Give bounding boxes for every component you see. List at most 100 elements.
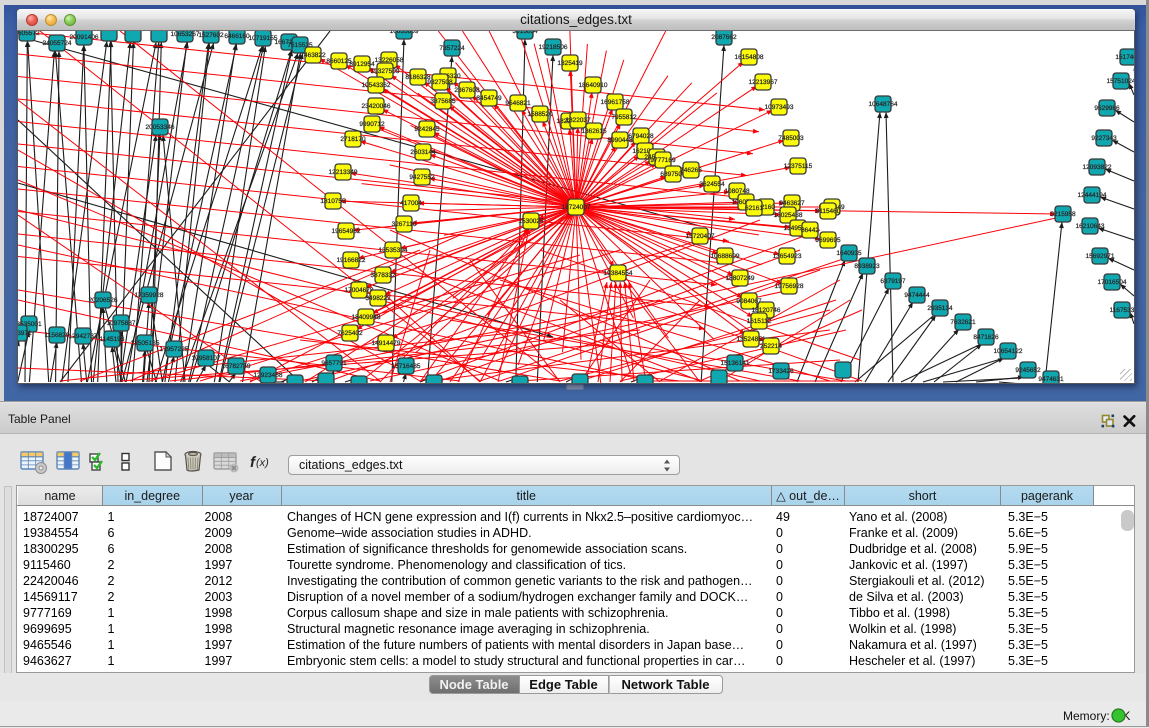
svg-text:17359928: 17359928 [135, 292, 164, 299]
svg-text:2935134: 2935134 [927, 305, 953, 312]
svg-text:19218506: 19218506 [539, 44, 568, 51]
svg-text:86442: 86442 [801, 227, 819, 234]
svg-text:10688609: 10688609 [711, 253, 740, 260]
svg-text:16033809: 16033809 [390, 31, 419, 35]
svg-text:9474444: 9474444 [904, 292, 930, 299]
svg-text:20091406: 20091406 [70, 34, 99, 41]
svg-text:18409948: 18409948 [352, 314, 381, 321]
svg-text:2087662: 2087662 [711, 34, 737, 41]
svg-text:15136141: 15136141 [721, 360, 750, 367]
svg-text:12923468: 12923468 [254, 372, 283, 379]
svg-text:7625402: 7625402 [337, 330, 363, 337]
svg-text:2603144: 2603144 [410, 149, 436, 156]
svg-text:3267110: 3267110 [392, 221, 417, 228]
svg-text:10958107: 10958107 [192, 355, 221, 362]
svg-text:1517404: 1517404 [1115, 54, 1134, 61]
svg-text:7955812: 7955812 [611, 114, 637, 121]
svg-text:12505135: 12505135 [131, 340, 160, 347]
svg-text:15692971: 15692971 [1086, 253, 1115, 260]
svg-text:8660125: 8660125 [326, 58, 352, 65]
svg-text:16961758: 16961758 [601, 99, 630, 106]
svg-text:9657791: 9657791 [321, 360, 347, 367]
svg-text:10654122: 10654122 [994, 348, 1023, 355]
svg-text:19654982: 19654982 [332, 228, 361, 235]
svg-text:13535394: 13535394 [379, 247, 408, 254]
svg-text:19166822: 19166822 [337, 257, 366, 264]
svg-text:8912954: 8912954 [349, 61, 375, 68]
svg-text:1325419: 1325419 [557, 60, 583, 67]
svg-text:15751024: 15751024 [1107, 78, 1134, 85]
svg-text:2367608: 2367608 [454, 87, 480, 94]
svg-text:18724007: 18724007 [562, 204, 591, 211]
svg-text:1362615: 1362615 [581, 128, 607, 135]
svg-text:6379197: 6379197 [880, 278, 906, 285]
svg-text:13654923: 13654923 [773, 253, 802, 260]
svg-text:1733426: 1733426 [768, 368, 794, 375]
svg-text:1615112: 1615112 [747, 318, 772, 325]
svg-text:9242845: 9242845 [414, 126, 440, 133]
svg-text:1605572: 1605572 [18, 31, 40, 37]
svg-text:9115460: 9115460 [816, 208, 841, 215]
svg-text:10653267: 10653267 [171, 31, 200, 38]
svg-text:1145193: 1145193 [100, 336, 125, 343]
svg-text:1527602: 1527602 [198, 32, 224, 39]
svg-text:6794028: 6794028 [628, 133, 654, 140]
svg-text:12213349: 12213349 [329, 169, 358, 176]
svg-text:9227343: 9227343 [1091, 135, 1117, 142]
svg-text:10648764: 10648764 [869, 101, 898, 108]
svg-text:12444194: 12444194 [1078, 192, 1107, 199]
svg-text:17016504: 17016504 [1098, 279, 1127, 286]
svg-text:19756928: 19756928 [775, 283, 804, 290]
svg-text:9474631: 9474631 [1038, 376, 1064, 383]
svg-text:1810755: 1810755 [320, 198, 346, 205]
svg-text:10975887: 10975887 [107, 320, 136, 327]
svg-text:6466160: 6466160 [224, 33, 250, 40]
svg-text:7463822: 7463822 [300, 52, 326, 59]
svg-text:16782759: 16782759 [222, 363, 251, 370]
svg-text:17957225: 17957225 [160, 346, 189, 353]
svg-text:3875685: 3875685 [430, 98, 456, 105]
svg-text:13524851: 13524851 [737, 336, 766, 343]
svg-text:1156829: 1156829 [45, 332, 70, 339]
svg-text:9699695: 9699695 [815, 237, 841, 244]
svg-text:3215958: 3215958 [1050, 211, 1076, 218]
svg-text:9990712: 9990712 [359, 121, 385, 128]
svg-text:20206526: 20206526 [89, 297, 118, 304]
svg-text:16154808: 16154808 [735, 54, 764, 61]
svg-text:10025438: 10025438 [774, 212, 803, 219]
svg-text:12213967: 12213967 [749, 79, 778, 86]
svg-text:8938923: 8938923 [854, 263, 880, 270]
svg-text:9245652: 9245652 [1015, 367, 1041, 374]
svg-text:9529986: 9529986 [1094, 105, 1120, 112]
svg-text:9427552: 9427552 [409, 174, 435, 181]
svg-text:12375115: 12375115 [784, 163, 813, 170]
svg-text:3913971: 3913971 [18, 330, 32, 337]
svg-text:3624554: 3624554 [699, 181, 725, 188]
svg-text:8471626: 8471626 [973, 334, 999, 341]
svg-text:12093822: 12093822 [1083, 164, 1112, 171]
svg-text:18807249: 18807249 [726, 275, 755, 282]
svg-text:10719155: 10719155 [249, 35, 278, 42]
svg-text:9463627: 9463627 [779, 200, 805, 207]
svg-text:7485003: 7485003 [778, 135, 804, 142]
svg-text:1530025: 1530025 [518, 218, 544, 225]
svg-text:746266: 746266 [680, 167, 702, 174]
svg-text:9546821: 9546821 [505, 100, 531, 107]
svg-text:10543362: 10543362 [362, 82, 391, 89]
svg-text:16210643: 16210643 [1076, 223, 1105, 230]
svg-text:1588520: 1588520 [527, 111, 553, 118]
svg-text:3813054: 3813054 [512, 31, 538, 35]
svg-text:15720407: 15720407 [686, 233, 715, 240]
svg-text:62161: 62161 [745, 205, 763, 212]
svg-text:24055724: 24055724 [43, 40, 72, 47]
svg-text:18640910: 18640910 [579, 82, 608, 89]
svg-text:19384554: 19384554 [604, 270, 633, 277]
svg-text:23420046: 23420046 [362, 103, 391, 110]
svg-text:3878332: 3878332 [370, 272, 396, 279]
svg-text:8454749: 8454749 [476, 95, 502, 102]
svg-text:20053346: 20053346 [146, 124, 175, 131]
svg-text:12942737: 12942737 [69, 333, 98, 340]
svg-text:15716485: 15716485 [392, 363, 421, 370]
svg-text:3498222: 3498222 [365, 295, 391, 302]
svg-text:10973493: 10973493 [765, 104, 794, 111]
